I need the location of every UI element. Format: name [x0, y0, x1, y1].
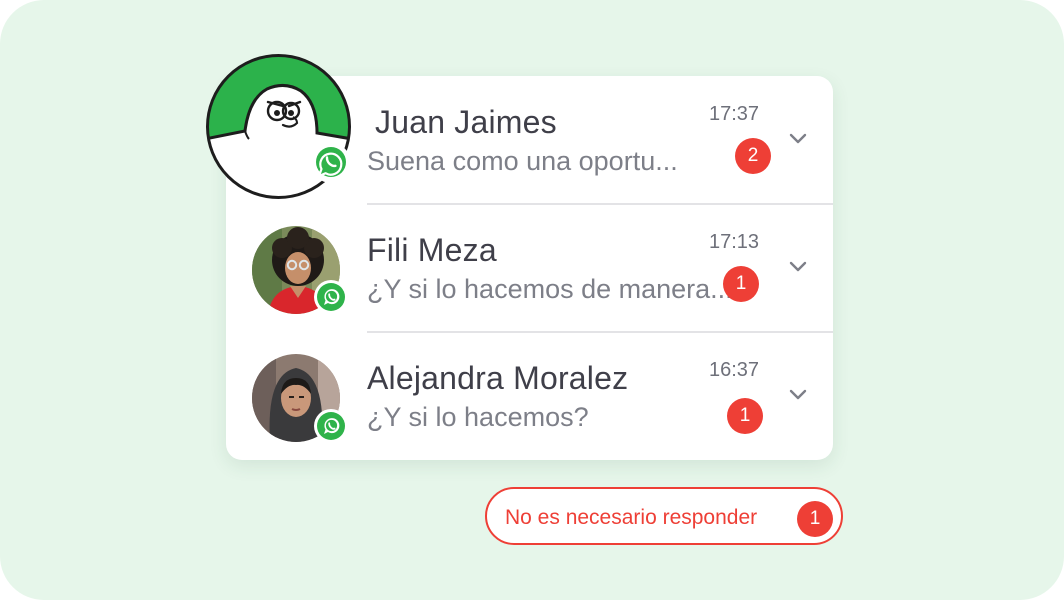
chevron-down-icon[interactable]	[788, 132, 808, 146]
filter-label: No es necesario responder	[505, 506, 758, 529]
contact-name: Alejandra Moralez	[367, 360, 629, 396]
whatsapp-icon	[314, 409, 348, 443]
whatsapp-icon	[314, 280, 348, 314]
filter-count-badge: 1	[797, 501, 833, 537]
unread-badge: 1	[723, 266, 759, 302]
message-time: 17:37	[709, 103, 760, 125]
message-preview: Suena como una oportu...	[367, 146, 678, 176]
contact-name: Juan Jaimes	[375, 104, 557, 140]
chat-row-fili-meza[interactable]: Fili Meza ¿Y si lo hacemos de manera... …	[226, 204, 833, 333]
no-reply-needed-filter[interactable]: No es necesario responder 1	[485, 487, 843, 545]
unread-badge: 2	[735, 138, 771, 174]
unread-badge: 1	[727, 398, 763, 434]
chevron-down-icon[interactable]	[788, 388, 808, 402]
contact-name: Fili Meza	[367, 232, 497, 268]
chevron-down-icon[interactable]	[788, 260, 808, 274]
message-time: 16:37	[709, 359, 760, 381]
message-preview: ¿Y si lo hacemos de manera...	[367, 274, 733, 304]
whatsapp-icon	[310, 142, 352, 184]
message-time: 17:13	[709, 231, 760, 253]
message-preview: ¿Y si lo hacemos?	[367, 402, 589, 432]
